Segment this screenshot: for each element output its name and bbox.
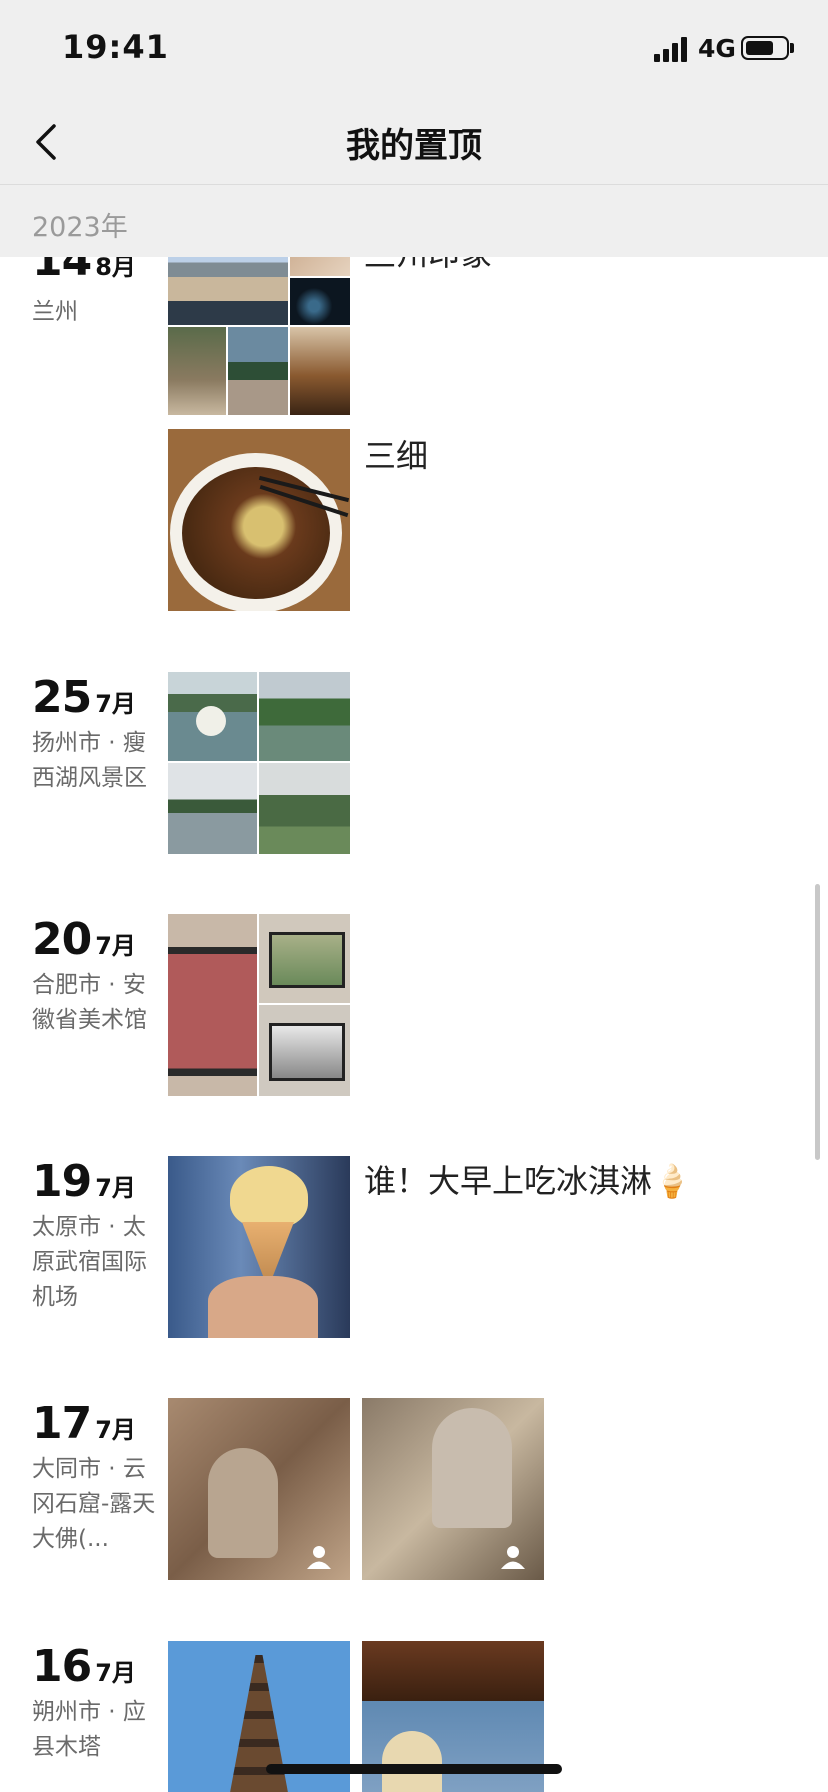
photo-thumbnail[interactable] bbox=[290, 327, 350, 415]
moment-entry[interactable]: 17 7月 大同市 · 云冈石窟-露天大佛(... bbox=[0, 1398, 828, 1588]
post-date: 20 7月 bbox=[32, 914, 136, 965]
post-month: 7月 bbox=[95, 1659, 136, 1687]
post-caption: 兰州印象 bbox=[364, 257, 492, 275]
photo-thumbnail[interactable] bbox=[168, 257, 288, 325]
temple-eaves bbox=[362, 1641, 544, 1701]
post-month: 7月 bbox=[95, 932, 136, 960]
post-day: 20 bbox=[32, 914, 92, 965]
photo-thumbnail[interactable] bbox=[362, 1398, 544, 1580]
photo-grid[interactable] bbox=[168, 672, 350, 854]
post-day: 25 bbox=[32, 672, 92, 723]
post-day: 19 bbox=[32, 1156, 92, 1207]
photo-thumbnail[interactable] bbox=[168, 1156, 350, 1338]
tagged-people-icon bbox=[307, 1546, 331, 1569]
photo-thumbnail[interactable] bbox=[168, 763, 257, 854]
photo-thumbnail[interactable] bbox=[259, 1005, 350, 1096]
status-time: 19:41 bbox=[62, 28, 169, 66]
photo-thumbnail[interactable] bbox=[168, 429, 350, 611]
post-date: 19 7月 bbox=[32, 1156, 136, 1207]
status-bar: 19:41 4G bbox=[0, 0, 828, 100]
battery-icon bbox=[741, 36, 789, 60]
post-date: 14 8月 bbox=[32, 257, 136, 286]
buddha-statue bbox=[432, 1408, 512, 1528]
framed-painting bbox=[269, 1023, 345, 1081]
scroll-indicator[interactable] bbox=[815, 884, 820, 1160]
noodle-soup bbox=[182, 467, 330, 599]
photo-thumbnail[interactable] bbox=[168, 327, 226, 415]
post-location: 扬州市 · 瘦西湖风景区 bbox=[32, 730, 147, 791]
photo-grid[interactable] bbox=[168, 914, 350, 1096]
post-day: 16 bbox=[32, 1641, 92, 1692]
photo-thumbnail[interactable] bbox=[168, 1398, 350, 1580]
moment-entry[interactable]: 19 7月 太原市 · 太原武宿国际机场 谁！大早上吃冰淇淋🍦 bbox=[0, 1156, 828, 1346]
moment-entry[interactable]: 25 7月 扬州市 · 瘦西湖风景区 bbox=[0, 672, 828, 862]
framed-painting bbox=[269, 932, 345, 988]
post-month: 7月 bbox=[95, 690, 136, 718]
moment-entry[interactable]: 20 7月 合肥市 · 安徽省美术馆 bbox=[0, 914, 828, 1104]
post-location: 兰州 bbox=[32, 299, 78, 325]
photo-thumbnail[interactable] bbox=[259, 672, 350, 761]
pinned-moments-list[interactable]: 148月 兰州 兰州印象 三细 257月 扬州市 · 瘦西湖风景区 bbox=[0, 257, 828, 1792]
post-day: 17 bbox=[32, 1398, 92, 1449]
hand bbox=[208, 1276, 318, 1338]
post-date: 25 7月 bbox=[32, 672, 136, 723]
battery-tip bbox=[790, 43, 794, 53]
photo-thumbnail[interactable] bbox=[168, 672, 257, 761]
visitor bbox=[382, 1731, 442, 1792]
post-day: 14 bbox=[32, 257, 92, 286]
post-month: 7月 bbox=[95, 1416, 136, 1444]
nav-bar: 我的置顶 bbox=[0, 100, 828, 185]
photo-thumbnail[interactable] bbox=[228, 327, 288, 415]
buddha-statue bbox=[208, 1448, 278, 1558]
battery-level bbox=[746, 41, 773, 55]
post-location: 太原市 · 太原武宿国际机场 bbox=[32, 1214, 147, 1310]
post-date: 17 7月 bbox=[32, 1398, 136, 1449]
cellular-signal-icon bbox=[654, 34, 690, 62]
photo-thumbnail[interactable] bbox=[290, 278, 350, 325]
tagged-people-icon bbox=[501, 1546, 525, 1569]
photo-thumbnail[interactable] bbox=[259, 914, 350, 1003]
photo-thumbnail[interactable] bbox=[259, 763, 350, 854]
photo-grid[interactable] bbox=[168, 257, 350, 415]
post-date: 16 7月 bbox=[32, 1641, 136, 1692]
ice-cream-scoop bbox=[230, 1166, 308, 1228]
post-location: 合肥市 · 安徽省美术馆 bbox=[32, 972, 147, 1033]
photo-thumbnail[interactable] bbox=[290, 257, 350, 276]
year-label: 2023年 bbox=[32, 212, 128, 243]
network-type: 4G bbox=[698, 34, 736, 63]
post-month: 7月 bbox=[95, 1174, 136, 1202]
ice-cream-cone bbox=[242, 1222, 294, 1282]
lotus-shape bbox=[196, 706, 226, 736]
post-caption: 三细 bbox=[364, 437, 429, 475]
home-indicator[interactable] bbox=[266, 1764, 562, 1774]
page-title: 我的置顶 bbox=[346, 126, 482, 166]
post-caption: 谁！大早上吃冰淇淋🍦 bbox=[364, 1162, 692, 1200]
post-month: 8月 bbox=[95, 257, 136, 281]
photo-thumbnail[interactable] bbox=[168, 914, 257, 1096]
post-location: 大同市 · 云冈石窟-露天大佛(... bbox=[32, 1456, 156, 1552]
year-section-header: 2023年 bbox=[0, 185, 828, 257]
moment-entry[interactable]: 三细 bbox=[0, 429, 828, 619]
post-location: 朔州市 · 应县木塔 bbox=[32, 1699, 146, 1760]
